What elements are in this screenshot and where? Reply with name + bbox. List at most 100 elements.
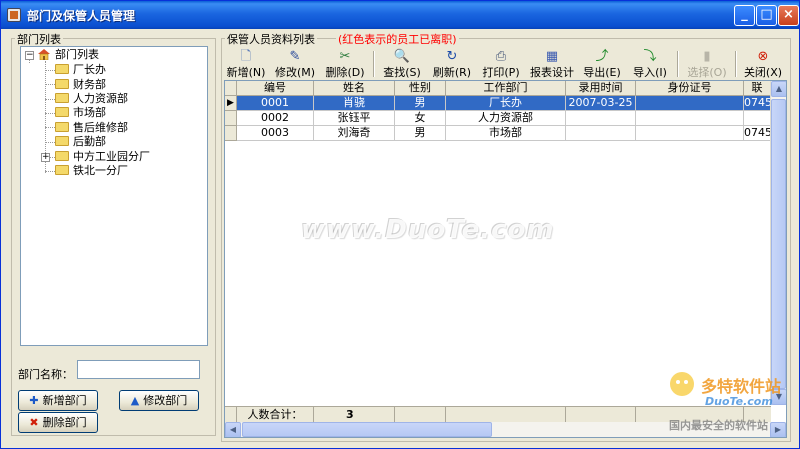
resigned-note: (红色表示的员工已离职): [336, 31, 459, 47]
close-icon: ⊗: [757, 49, 769, 64]
export-icon: ⤴: [595, 49, 609, 64]
toolbar-print-button[interactable]: ⎙ 打印(P): [480, 49, 522, 79]
toolbar-separator: [677, 51, 679, 77]
cell-id[interactable]: 0002: [237, 111, 314, 126]
row-indicator[interactable]: ▶: [225, 96, 237, 111]
minimize-button[interactable]: _: [734, 5, 755, 26]
tree-item-后勤部[interactable]: 后勤部: [55, 134, 106, 150]
tree-collapse-icon[interactable]: −: [25, 51, 34, 60]
tree-item-label: 财务部: [73, 78, 106, 91]
new-document-icon: 🗋: [240, 49, 252, 64]
folder-icon: [55, 165, 69, 175]
cell-hire-date[interactable]: [566, 126, 636, 141]
scroll-left-icon[interactable]: ◀: [225, 422, 241, 437]
current-row-arrow-icon: ▶: [227, 98, 234, 108]
home-icon: [38, 49, 50, 60]
cell-hire-date[interactable]: 2007-03-25: [566, 96, 636, 111]
tree-expand-icon[interactable]: +: [41, 153, 50, 162]
cell-department[interactable]: 市场部: [446, 126, 566, 141]
tree-item-label: 中方工业园分厂: [73, 150, 150, 163]
cell-department[interactable]: 厂长办: [446, 96, 566, 111]
site-logo-watermark: 多特软件站 DuoTe.com 国内最安全的软件站: [661, 369, 800, 439]
toolbar-close-button[interactable]: ⊗ 关闭(X): [741, 49, 785, 79]
vertical-scroll-thumb[interactable]: [771, 99, 786, 389]
refresh-icon: ↻: [446, 49, 458, 64]
cell-gender[interactable]: 男: [395, 96, 446, 111]
search-icon: 🔍: [393, 49, 411, 64]
column-header-name[interactable]: 姓名: [314, 81, 395, 96]
folder-icon: [55, 79, 69, 89]
cell-id[interactable]: 0003: [237, 126, 314, 141]
tree-root[interactable]: 部门列表: [37, 47, 99, 63]
toolbar-search-button[interactable]: 🔍 查找(S): [381, 49, 423, 79]
tree-item-label: 市场部: [73, 106, 106, 119]
close-window-button[interactable]: ×: [778, 5, 799, 26]
vertical-scrollbar[interactable]: ▲ ▼: [770, 81, 786, 405]
tree-item-label: 售后维修部: [73, 121, 128, 134]
cell-name[interactable]: 刘海奇: [314, 126, 395, 141]
folder-icon: [55, 107, 69, 117]
column-header-contact[interactable]: 联: [744, 81, 771, 96]
column-header-gender[interactable]: 性别: [395, 81, 446, 96]
cell-gender[interactable]: 女: [395, 111, 446, 126]
delete-department-label: 删除部门: [42, 416, 87, 429]
maximize-button[interactable]: □: [756, 5, 777, 26]
toolbar-select-button[interactable]: ▮ 选择(O): [685, 49, 729, 79]
import-icon: ⤵: [643, 49, 657, 64]
dept-name-input[interactable]: [77, 360, 200, 379]
cell-id[interactable]: 0001: [237, 96, 314, 111]
column-header-department[interactable]: 工作部门: [446, 81, 566, 96]
slogan-text: 国内最安全的软件站: [669, 419, 768, 432]
cell-id-card[interactable]: [636, 111, 744, 126]
mascot-icon: [670, 372, 694, 396]
cell-contact[interactable]: 0745-: [744, 96, 771, 111]
department-tree[interactable]: − 部门列表 厂长办 财务部 人力资源部 市场部 售后维修部 后勤部 + 中方工…: [20, 46, 208, 346]
cell-department[interactable]: 人力资源部: [446, 111, 566, 126]
cell-id-card[interactable]: [636, 126, 744, 141]
headcount-value: 3: [314, 407, 395, 423]
folder-icon: [55, 64, 69, 74]
column-header-hire-date[interactable]: 录用时间: [566, 81, 636, 96]
printer-icon: ⎙: [495, 49, 507, 64]
folder-icon: [55, 122, 69, 132]
delete-icon: ✂: [339, 49, 351, 64]
tree-item-label: 铁北一分厂: [73, 164, 128, 177]
column-header-id-card[interactable]: 身份证号: [636, 81, 744, 96]
row-indicator[interactable]: [225, 111, 237, 126]
cell-id-card[interactable]: [636, 96, 744, 111]
toolbar-export-button[interactable]: ⤴ 导出(E): [581, 49, 623, 79]
tree-item-厂长办[interactable]: 厂长办: [55, 62, 106, 78]
cell-contact[interactable]: [744, 111, 771, 126]
tree-item-label: 后勤部: [73, 135, 106, 148]
toolbar-separator: [735, 51, 737, 77]
cell-name[interactable]: 张钰平: [314, 111, 395, 126]
folder-icon: [55, 93, 69, 103]
edit-department-button[interactable]: ▲ 修改部门: [119, 390, 199, 411]
select-icon: ▮: [703, 49, 711, 64]
toolbar-delete-button[interactable]: ✂ 删除(D): [324, 49, 366, 79]
logo-subtext: DuoTe.com: [705, 395, 773, 408]
cell-hire-date[interactable]: [566, 111, 636, 126]
cell-gender[interactable]: 男: [395, 126, 446, 141]
toolbar-import-button[interactable]: ⤵ 导入(I): [629, 49, 671, 79]
column-header-id[interactable]: 编号: [237, 81, 314, 96]
toolbar-new-button[interactable]: 🗋 新增(N): [226, 49, 266, 79]
row-indicator[interactable]: [225, 126, 237, 141]
logo-text: 多特软件站: [701, 377, 782, 396]
scroll-up-icon[interactable]: ▲: [771, 81, 786, 97]
folder-icon: [55, 136, 69, 146]
add-department-button[interactable]: ✚ 新增部门: [18, 390, 98, 411]
report-icon: ▦: [545, 49, 559, 64]
tree-item-铁北一分厂[interactable]: 铁北一分厂: [55, 163, 128, 179]
dept-name-label: 部门名称：: [18, 368, 73, 381]
tree-item-市场部[interactable]: 市场部: [55, 105, 106, 121]
cell-name[interactable]: 肖骁: [314, 96, 395, 111]
horizontal-scroll-thumb[interactable]: [242, 422, 492, 437]
cell-contact[interactable]: 0745-: [744, 126, 771, 141]
toolbar-refresh-button[interactable]: ↻ 刷新(R): [431, 49, 473, 79]
title-bar[interactable]: 部门及保管人员管理 _ □ ×: [1, 1, 799, 29]
main-window: 部门及保管人员管理 _ □ × 部门列表 − 部门列表 厂长办 财务部 人力资源…: [0, 0, 800, 449]
toolbar-report-design-button[interactable]: ▦ 报表设计: [528, 49, 576, 79]
delete-department-button[interactable]: ✖ 删除部门: [18, 412, 98, 433]
toolbar-edit-button[interactable]: ✎ 修改(M): [275, 49, 315, 79]
